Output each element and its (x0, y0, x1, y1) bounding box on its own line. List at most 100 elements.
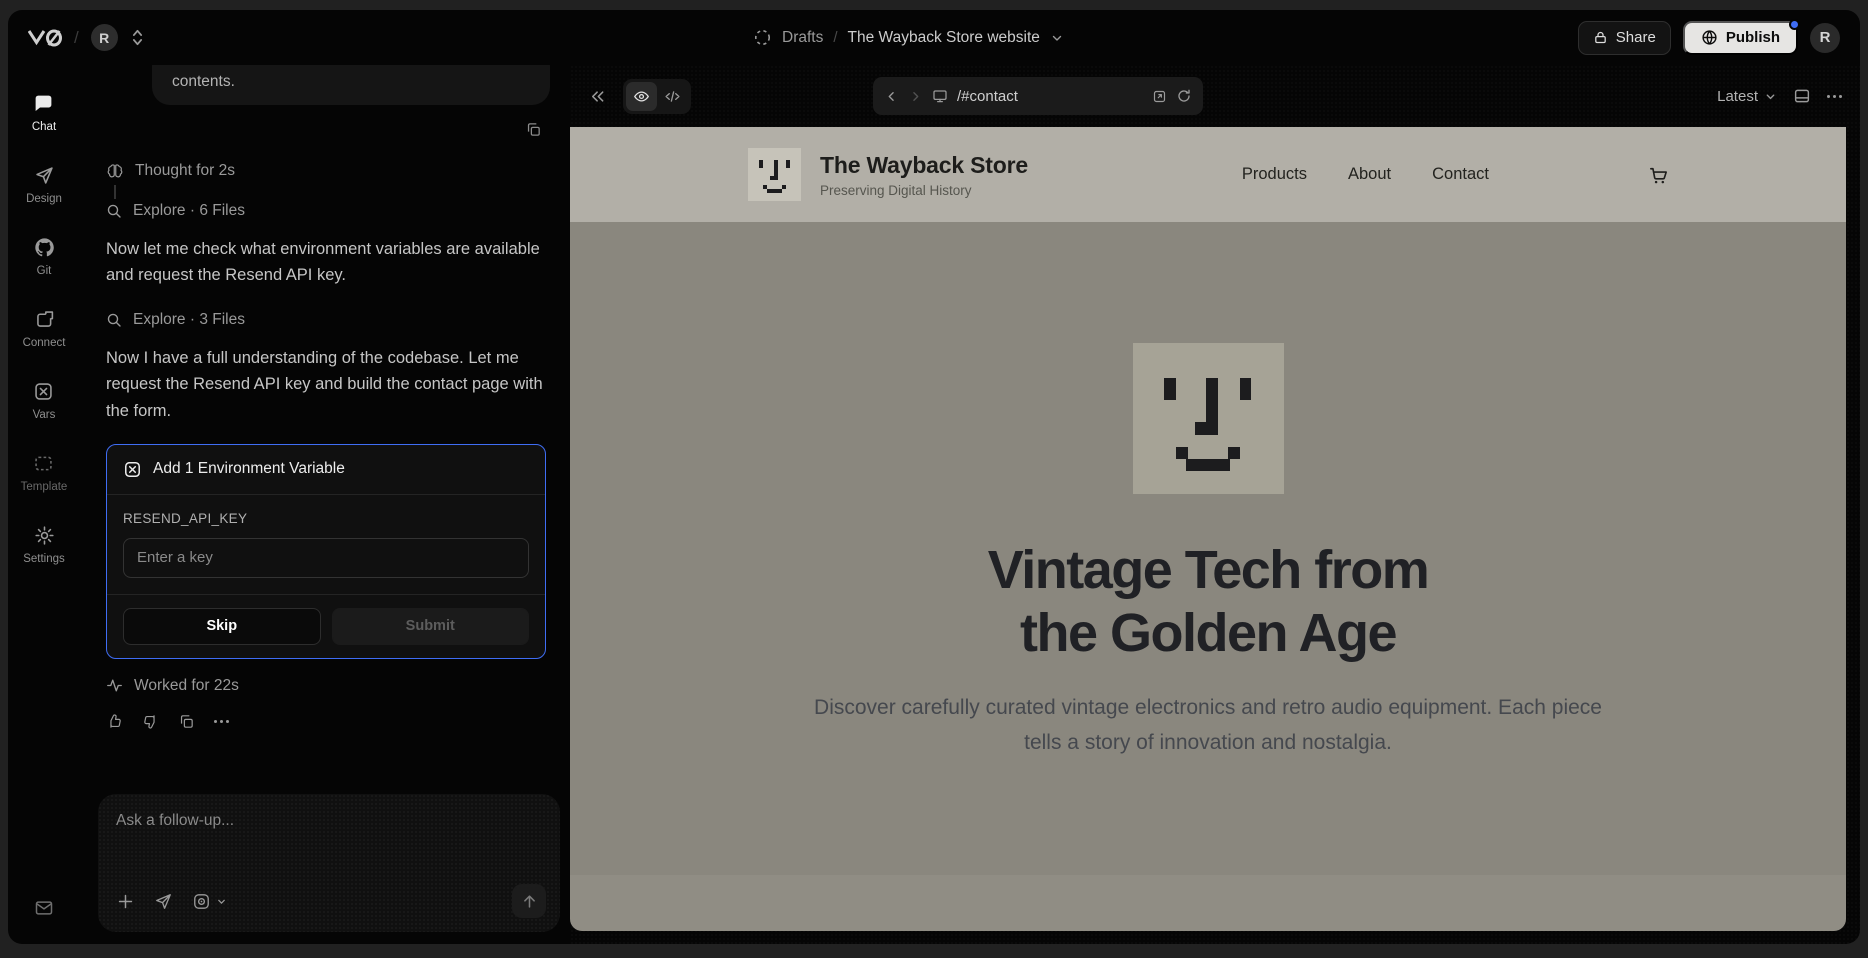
sidebar-item-vars[interactable]: Vars (33, 381, 56, 421)
version-selector[interactable]: Latest (1717, 88, 1777, 105)
preview-toolbar-right: Latest (1717, 87, 1842, 105)
chevron-down-icon (1764, 90, 1777, 103)
globe-icon (1701, 29, 1718, 46)
code-view-toggle[interactable] (657, 82, 688, 111)
eye-icon (633, 88, 650, 105)
collapse-panel-icon[interactable] (588, 87, 607, 106)
assistant-paragraph-2: Now I have a full understanding of the c… (106, 345, 550, 424)
device-monitor-icon[interactable] (932, 88, 948, 104)
sidebar-label-connect: Connect (23, 337, 66, 349)
sidebar-item-settings[interactable]: Settings (23, 525, 65, 565)
user-message-bubble: contents. (152, 65, 550, 105)
draft-status-icon (753, 28, 772, 47)
publish-update-badge (1789, 19, 1800, 30)
thumbs-down-icon[interactable] (142, 713, 159, 730)
thought-row[interactable]: Thought for 2s (106, 162, 550, 180)
composer[interactable] (98, 794, 560, 932)
v0-logo[interactable] (28, 29, 62, 47)
breadcrumb-project-title[interactable]: The Wayback Store website (848, 29, 1040, 47)
activity-pulse-icon (106, 677, 123, 694)
breadcrumb-drafts[interactable]: Drafts (782, 29, 823, 47)
sidebar: Chat Design Git Connect Va (8, 65, 80, 944)
connect-icon (34, 309, 55, 330)
sidebar-label-template: Template (21, 481, 68, 493)
worked-label: Worked for 22s (134, 677, 239, 695)
more-actions-icon[interactable] (214, 720, 229, 723)
share-label: Share (1616, 29, 1656, 46)
sidebar-item-design[interactable]: Design (26, 165, 62, 205)
search-icon (106, 312, 122, 328)
sidebar-item-template[interactable]: Template (21, 453, 68, 493)
preview-urlbar: /#contact (873, 77, 1203, 115)
chevron-down-icon (216, 896, 227, 907)
worked-row[interactable]: Worked for 22s (106, 677, 550, 695)
sidebar-label-git: Git (37, 265, 52, 277)
site-footer (570, 875, 1846, 931)
hero-pixel-face (1133, 343, 1284, 494)
sidebar-item-git[interactable]: Git (34, 237, 55, 277)
sidebar-item-chat[interactable]: Chat (32, 93, 56, 133)
scope-selector[interactable] (192, 892, 227, 911)
share-button[interactable]: Share (1578, 21, 1671, 55)
chat-icon (33, 93, 54, 114)
breadcrumb-separator: / (833, 29, 837, 46)
template-icon (33, 453, 54, 474)
composer-send-button[interactable] (512, 884, 546, 918)
site-nav-about[interactable]: About (1348, 165, 1391, 184)
site-logo[interactable] (748, 148, 801, 201)
site-header: The Wayback Store Preserving Digital His… (570, 127, 1846, 222)
design-icon (34, 165, 55, 186)
breadcrumb: Drafts / The Wayback Store website (753, 10, 1064, 65)
project-switcher-icon[interactable] (130, 29, 145, 46)
preview-pane: /#contact Latest (570, 65, 1860, 944)
hero-description: Discover carefully curated vintage elect… (793, 691, 1623, 760)
nav-forward-icon[interactable] (908, 89, 923, 104)
preview-url[interactable]: /#contact (957, 88, 1143, 105)
cart-icon (1647, 163, 1670, 186)
project-avatar[interactable]: R (91, 24, 118, 51)
explore-row-1[interactable]: Explore · 6 Files (106, 202, 550, 220)
layout-panel-icon[interactable] (1793, 87, 1811, 105)
followup-input[interactable] (116, 812, 542, 830)
explore-1-label: Explore · 6 Files (133, 202, 245, 220)
preview-more-icon[interactable] (1827, 95, 1842, 98)
preview-eye-toggle[interactable] (626, 82, 657, 111)
copy-message-icon[interactable] (525, 121, 542, 138)
explore-row-2[interactable]: Explore · 3 Files (106, 311, 550, 329)
thumbs-up-icon[interactable] (106, 713, 123, 730)
skip-button[interactable]: Skip (123, 608, 321, 645)
site-nav-contact[interactable]: Contact (1432, 165, 1489, 184)
app-window: / R Drafts / The Wayback Store website (8, 10, 1860, 944)
vars-icon (33, 381, 54, 402)
chat-panel: contents. Thought for 2s Explore · 6 Fil… (80, 65, 570, 944)
site-nav-products[interactable]: Products (1242, 165, 1307, 184)
env-card-title: Add 1 Environment Variable (153, 460, 345, 478)
sidebar-item-connect[interactable]: Connect (23, 309, 66, 349)
open-external-icon[interactable] (1152, 89, 1167, 104)
send-plane-icon[interactable] (154, 892, 173, 911)
topbar-right: Share Publish R (1578, 21, 1840, 55)
assistant-paragraph-1: Now let me check what environment variab… (106, 236, 550, 289)
logo-separator: / (74, 28, 79, 48)
message-actions (106, 713, 550, 730)
chevron-down-icon[interactable] (1050, 31, 1064, 45)
env-key-input[interactable] (123, 538, 529, 578)
nav-back-icon[interactable] (884, 89, 899, 104)
github-icon (34, 237, 55, 258)
attach-plus-icon[interactable] (116, 892, 135, 911)
feedback-mail-button[interactable] (34, 898, 54, 918)
submit-button[interactable]: Submit (332, 608, 530, 645)
scope-icon (192, 892, 211, 911)
explore-2-label: Explore · 3 Files (133, 311, 245, 329)
publish-button[interactable]: Publish (1683, 21, 1798, 55)
cart-button[interactable] (1647, 163, 1670, 186)
site-hero: Vintage Tech from the Golden Age Discove… (570, 222, 1846, 875)
preview-toolbar: /#contact Latest (570, 65, 1860, 127)
brain-icon (106, 162, 124, 180)
version-label: Latest (1717, 88, 1758, 105)
refresh-icon[interactable] (1176, 88, 1192, 104)
user-avatar[interactable]: R (1810, 23, 1840, 53)
thought-label: Thought for 2s (135, 162, 235, 180)
site-nav: Products About Contact (1242, 165, 1489, 184)
copy-response-icon[interactable] (178, 713, 195, 730)
